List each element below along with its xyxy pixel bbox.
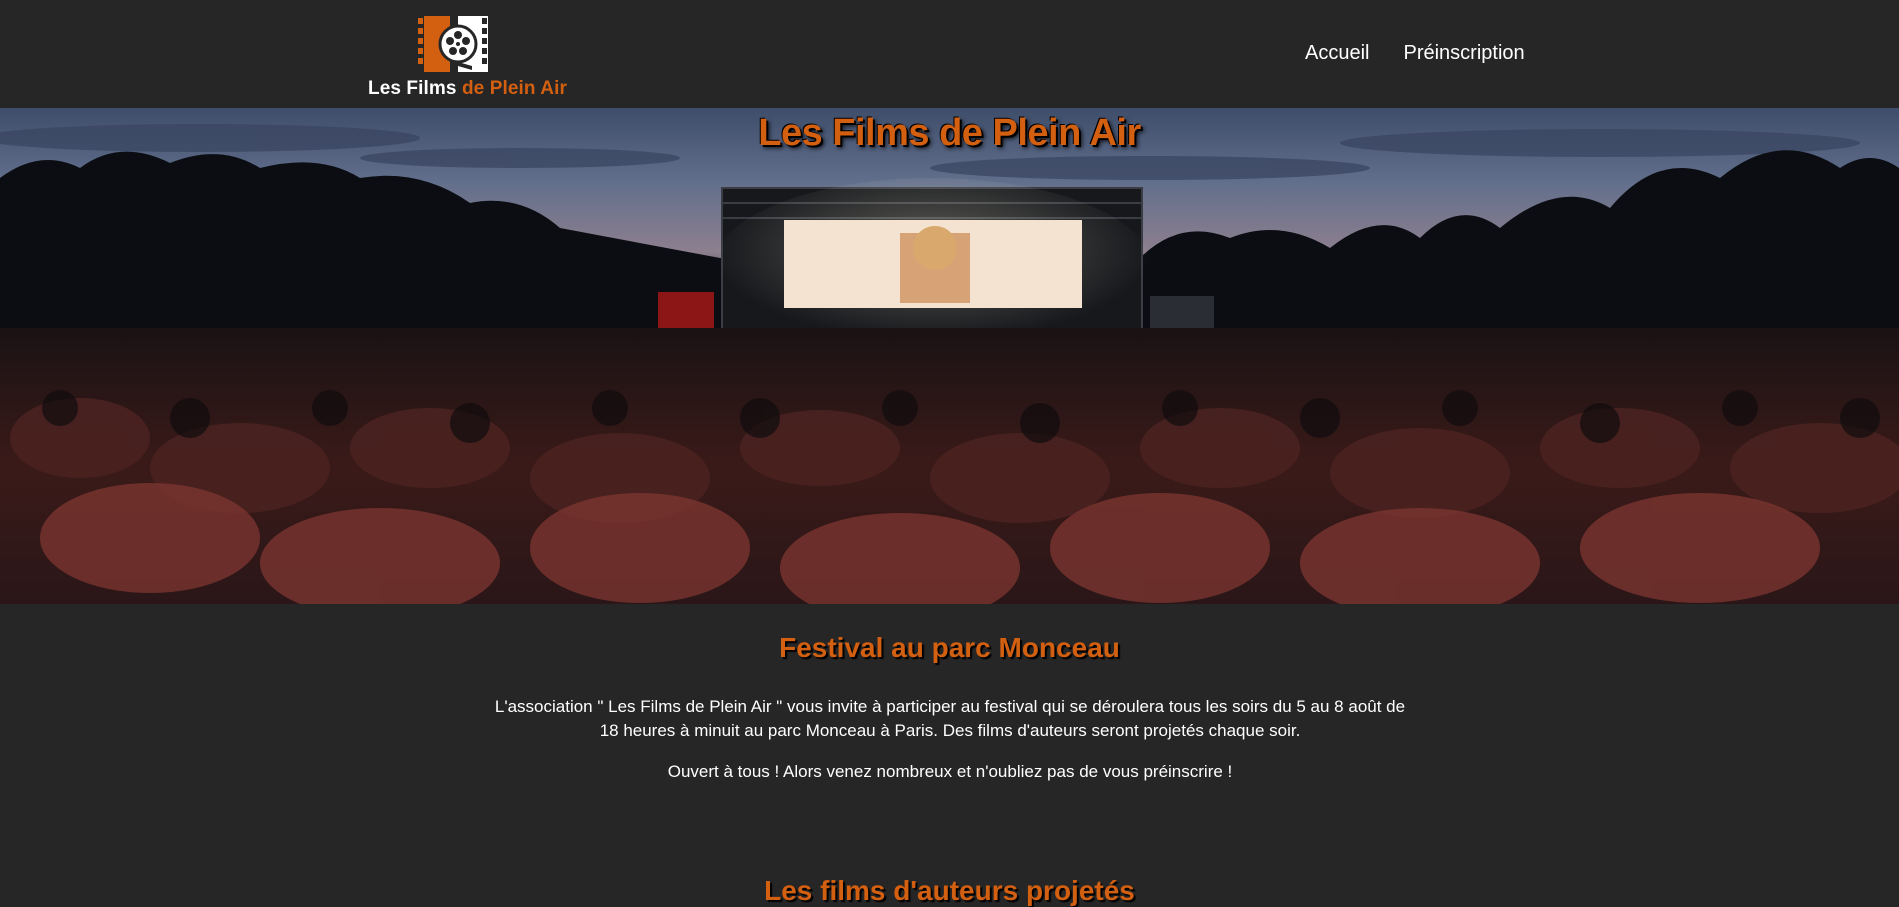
section-title-festival: Festival au parc Monceau	[779, 632, 1120, 663]
hero-title: Les Films de Plein Air	[758, 112, 1141, 154]
film-reel-icon	[418, 16, 488, 72]
logo-text: Les Films de Plein Air	[368, 78, 567, 100]
nav-link-accueil[interactable]: Accueil	[1305, 42, 1369, 65]
hero-banner: Les Films de Plein Air	[0, 108, 1899, 604]
logo-text-orange: de Plein Air	[461, 78, 567, 99]
main-nav: Accueil Préinscription	[1305, 42, 1525, 65]
section-title-films: Les films d'auteurs projetés	[764, 875, 1135, 906]
logo-text-white: Les Films	[368, 78, 457, 99]
hero-image	[0, 124, 1899, 604]
intro-paragraph: L'association " Les Films de Plein Air "…	[494, 697, 1406, 740]
nav-link-preinscription[interactable]: Préinscription	[1403, 42, 1524, 65]
intro-cta-text: Ouvert à tous ! Alors venez nombreux et …	[667, 762, 1233, 781]
site-header: Les Films de Plein Air Accueil Préinscri…	[0, 0, 1899, 108]
site-logo[interactable]: Les Films de Plein Air	[368, 14, 567, 100]
